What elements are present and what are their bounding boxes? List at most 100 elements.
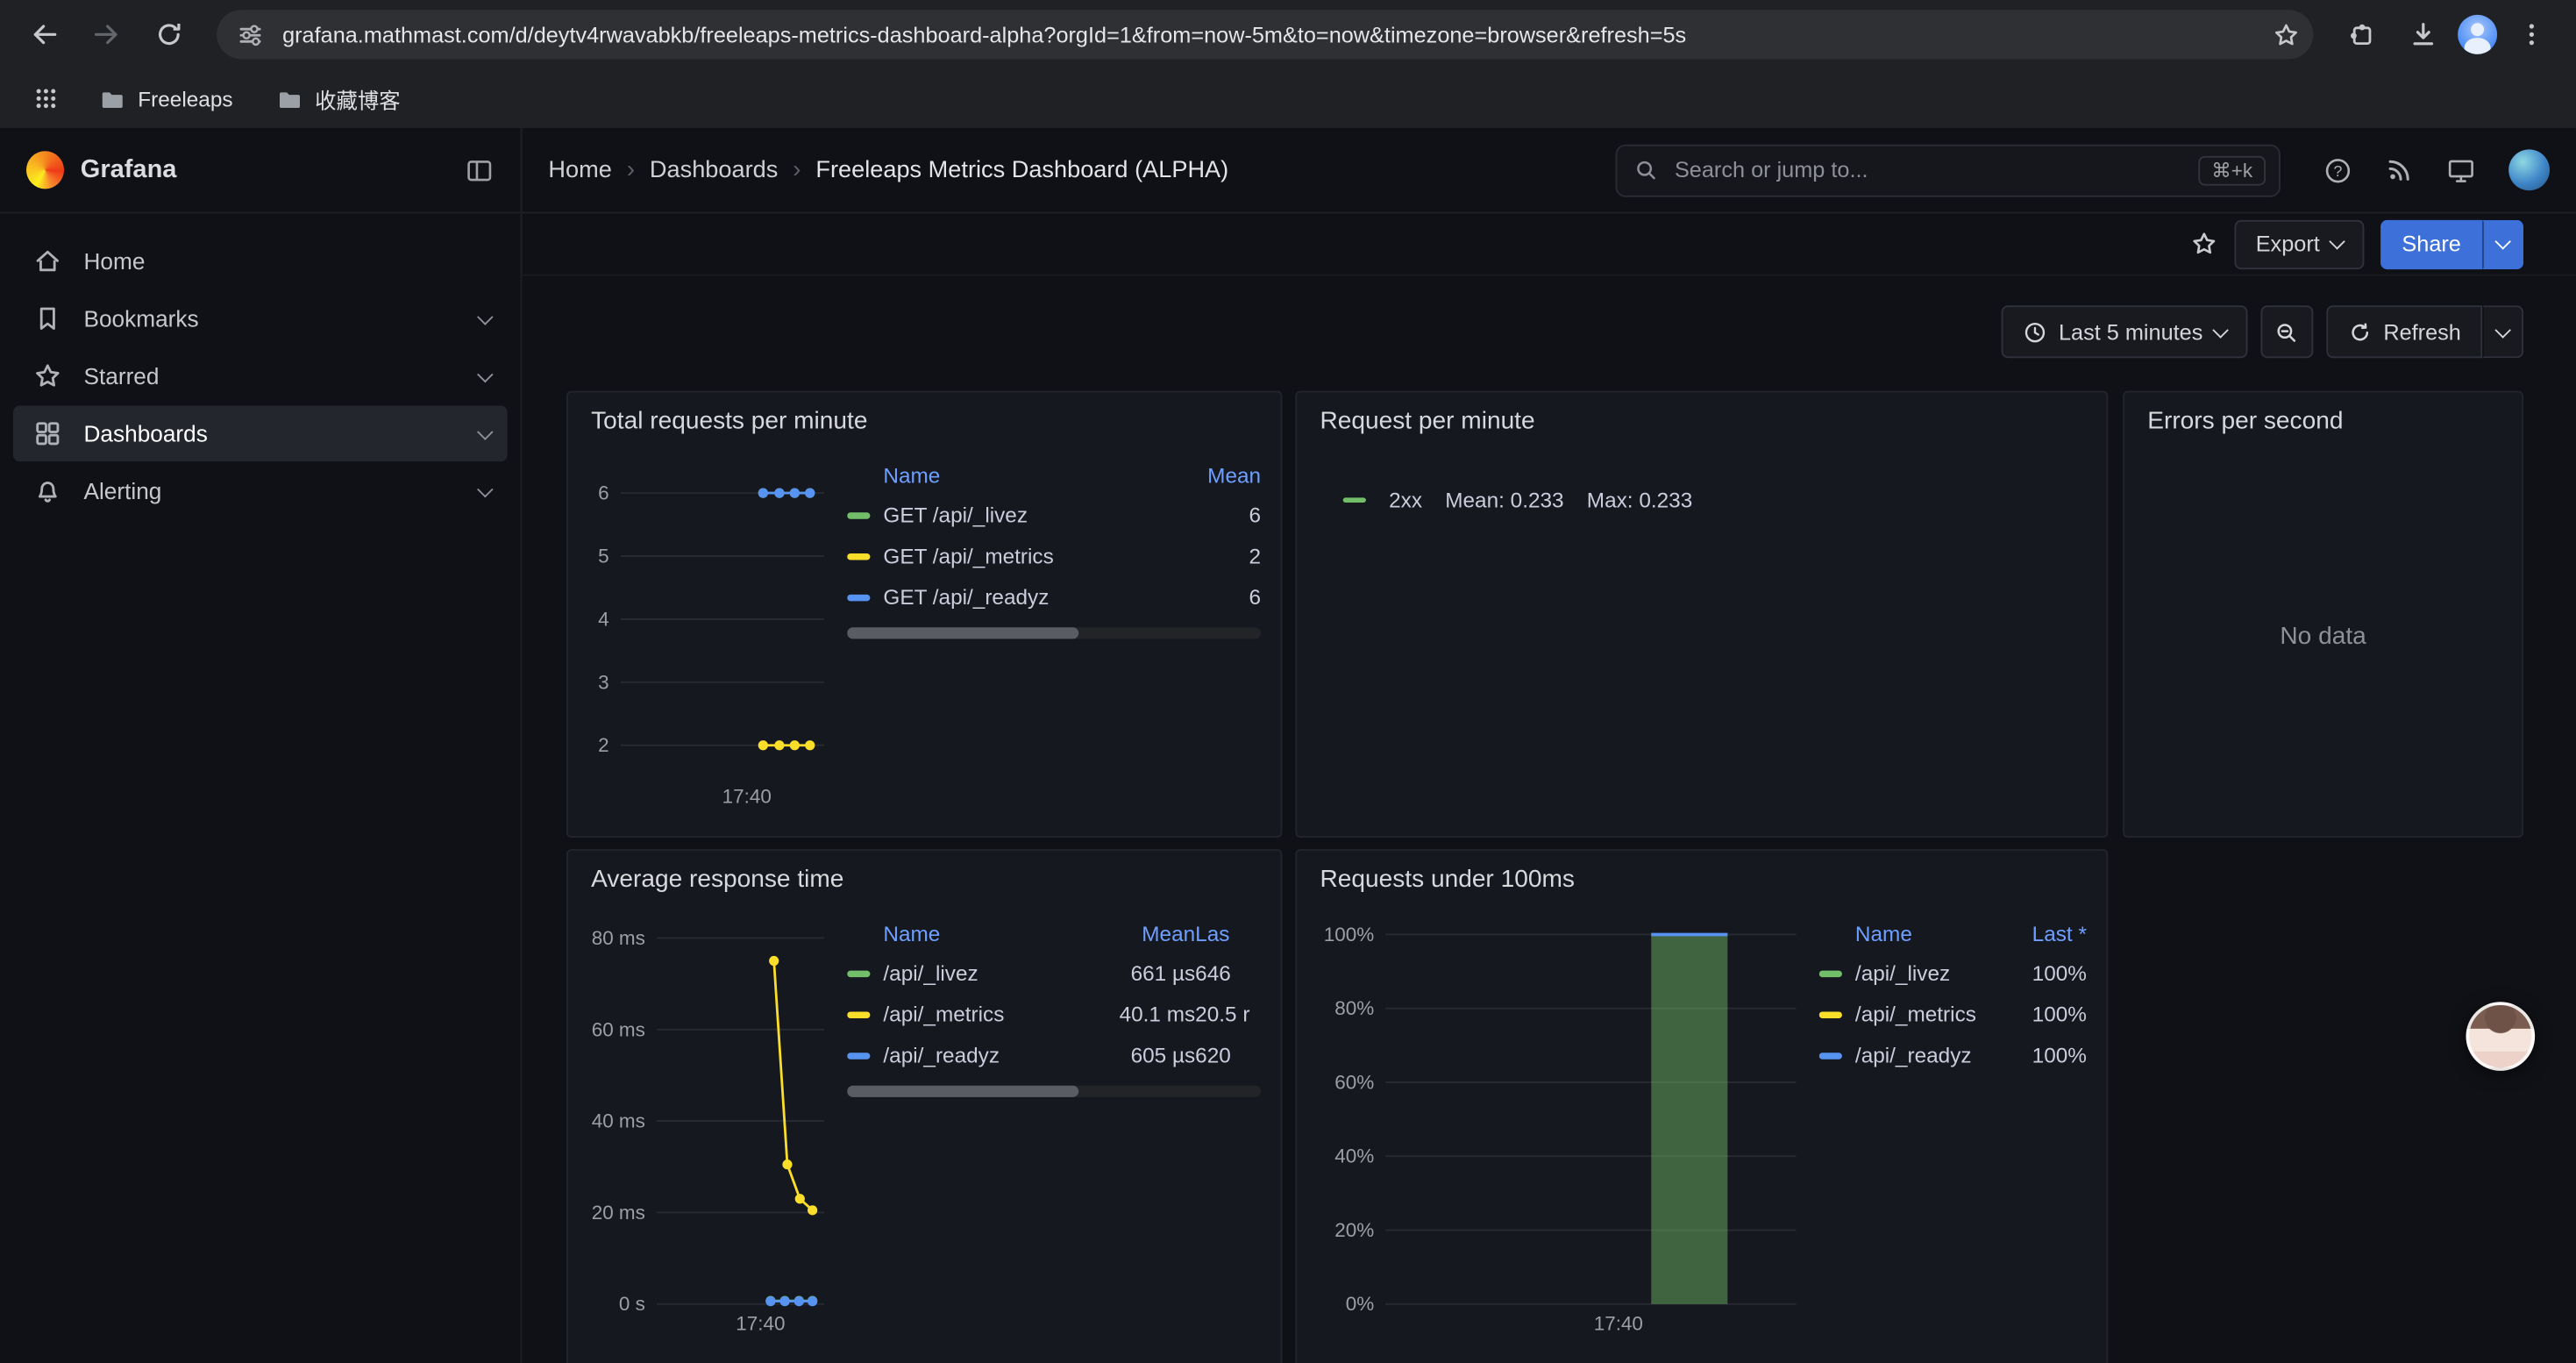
series-name[interactable]: GET /api/_metrics <box>883 544 1185 568</box>
sidebar-toggle-button[interactable] <box>465 155 495 185</box>
browser-menu-button[interactable] <box>2504 6 2560 62</box>
legend-row[interactable]: GET /api/_metrics2 <box>847 535 1261 576</box>
zoom-out-button[interactable] <box>2260 305 2313 358</box>
series-name[interactable]: /api/_metrics <box>1855 1002 2002 1026</box>
display-monitor-icon[interactable] <box>2446 155 2476 185</box>
help-icon[interactable]: ? <box>2323 155 2353 185</box>
series-name[interactable]: /api/_metrics <box>883 1002 1103 1026</box>
reload-button[interactable] <box>141 6 197 62</box>
share-menu-button[interactable] <box>2482 219 2523 268</box>
series-name[interactable]: GET /api/_readyz <box>883 585 1185 610</box>
legend-row[interactable]: GET /api/_livez6 <box>847 495 1261 536</box>
extensions-icon[interactable] <box>2333 6 2389 62</box>
legend-row[interactable]: /api/_readyz100% <box>1819 1035 2087 1076</box>
share-button[interactable]: Share <box>2380 219 2482 268</box>
legend-header-cell[interactable]: Las <box>1195 921 1261 946</box>
scrollbar-thumb[interactable] <box>847 627 1078 639</box>
bookmark-folder-freeleaps[interactable]: Freeleaps <box>85 78 246 119</box>
url-bar[interactable] <box>217 10 2313 59</box>
series-value: 40.1 ms <box>1103 1002 1195 1026</box>
series-color-swatch <box>847 594 870 600</box>
bookmark-folder-blog[interactable]: 收藏博客 <box>262 76 413 121</box>
legend-row[interactable]: /api/_metrics40.1 ms20.5 r <box>847 994 1261 1035</box>
breadcrumb-dashboards[interactable]: Dashboards <box>650 157 778 183</box>
legend-header-cell[interactable]: Name <box>1819 921 2002 946</box>
legend-header-cell[interactable]: Last * <box>2002 921 2087 946</box>
legend-row[interactable]: GET /api/_readyz6 <box>847 576 1261 617</box>
legend-header-cell[interactable]: Mean <box>1103 921 1195 946</box>
panel-title[interactable]: Request per minute <box>1297 393 2106 449</box>
bookmark-star-icon[interactable] <box>2273 20 2301 48</box>
legend-table: NameLast * /api/_livez100%/api/_metrics10… <box>1819 910 2087 1340</box>
series-name[interactable]: 2xx <box>1389 488 1422 512</box>
panel-title[interactable]: Errors per second <box>2124 393 2522 449</box>
legend-header-cell[interactable]: Name <box>847 462 1185 487</box>
panel-title[interactable]: Average response time <box>568 851 1281 907</box>
back-arrow-icon <box>30 19 60 49</box>
export-button[interactable]: Export <box>2234 219 2364 268</box>
refresh-button[interactable]: Refresh <box>2326 305 2482 358</box>
sidebar-item-bookmarks[interactable]: Bookmarks <box>13 290 508 346</box>
floating-avatar[interactable] <box>2466 1002 2535 1071</box>
series-name[interactable]: /api/_livez <box>1855 960 2002 985</box>
scrollbar-thumb[interactable] <box>847 1086 1078 1097</box>
series-max: Max: 0.233 <box>1587 488 1692 512</box>
breadcrumb-home[interactable]: Home <box>548 157 611 183</box>
legend-scrollbar[interactable] <box>847 1086 1261 1097</box>
time-range-picker[interactable]: Last 5 minutes <box>2001 305 2246 358</box>
chevron-down-icon <box>2329 233 2345 250</box>
url-input[interactable] <box>279 20 2257 48</box>
reload-icon <box>154 19 184 49</box>
breadcrumb-separator: › <box>793 156 801 184</box>
series-name[interactable]: /api/_readyz <box>1855 1043 2002 1067</box>
legend-header-cell[interactable]: Mean <box>1185 462 1261 487</box>
dashboard-toolbar: Export Share <box>522 213 2575 275</box>
site-settings-icon[interactable] <box>237 20 265 48</box>
grafana-logo[interactable] <box>26 151 64 189</box>
chevron-down-icon <box>477 481 494 497</box>
header-icons: ? <box>2323 149 2550 190</box>
dashboard-canvas: Last 5 minutes Refresh <box>522 276 2575 1363</box>
series-name[interactable]: GET /api/_livez <box>883 503 1185 527</box>
timeseries-chart[interactable]: 80 ms60 ms40 ms20 ms0 s17:40 <box>587 910 834 1340</box>
series-mean: Mean: 0.233 <box>1445 488 1563 512</box>
panel-title[interactable]: Total requests per minute <box>568 393 1281 449</box>
legend-row[interactable]: /api/_livez100% <box>1819 953 2087 994</box>
sidebar-item-label: Starred <box>83 363 159 389</box>
refresh-interval-button[interactable] <box>2482 305 2523 358</box>
legend-header: NameMean <box>847 455 1261 495</box>
time-range-label: Last 5 minutes <box>2059 319 2202 344</box>
search-box[interactable]: ⌘+k <box>1616 144 2281 196</box>
sidebar-item-home[interactable]: Home <box>13 233 508 289</box>
sidebar-item-alerting[interactable]: Alerting <box>13 463 508 519</box>
export-label: Export <box>2256 232 2320 256</box>
apps-grid-icon[interactable] <box>23 75 68 121</box>
bar-chart[interactable]: 100%80%60%40%20%0%17:40 <box>1317 910 1806 1340</box>
legend-header-cell[interactable]: Name <box>847 921 1103 946</box>
timeseries-chart[interactable]: 6543217:40 <box>587 452 834 813</box>
sidebar-item-starred[interactable]: Starred <box>13 348 508 404</box>
legend-row[interactable]: /api/_readyz605 µs620 <box>847 1035 1261 1076</box>
legend-inline[interactable]: 2xx Mean: 0.233 Max: 0.233 <box>1317 482 2087 513</box>
series-name[interactable]: /api/_readyz <box>883 1043 1103 1067</box>
breadcrumb: Home › Dashboards › Freeleaps Metrics Da… <box>548 156 1228 184</box>
news-rss-icon[interactable] <box>2386 156 2414 184</box>
sidebar-item-dashboards[interactable]: Dashboards <box>13 406 508 462</box>
browser-window: Freeleaps 收藏博客 Grafana Home › Dashboards <box>0 0 2576 1363</box>
chart-svg: 6543217:40 <box>587 452 834 813</box>
downloads-button[interactable] <box>2395 6 2451 62</box>
back-button[interactable] <box>17 6 73 62</box>
series-name[interactable]: /api/_livez <box>883 960 1103 985</box>
browser-profile-avatar[interactable] <box>2458 15 2497 54</box>
chevron-down-icon <box>477 308 494 325</box>
forward-button[interactable] <box>79 6 135 62</box>
user-avatar[interactable] <box>2508 149 2550 190</box>
search-input[interactable] <box>1671 156 2185 184</box>
favorite-star-icon[interactable] <box>2190 230 2218 258</box>
browser-toolbar <box>0 0 2576 69</box>
legend-row[interactable]: /api/_livez661 µs646 <box>847 953 1261 994</box>
bar-chart[interactable]: 0.250.20.150.10.05017:37:0017:38:0017:39… <box>1317 452 2087 482</box>
legend-row[interactable]: /api/_metrics100% <box>1819 994 2087 1035</box>
legend-scrollbar[interactable] <box>847 627 1261 639</box>
panel-title[interactable]: Requests under 100ms <box>1297 851 2106 907</box>
